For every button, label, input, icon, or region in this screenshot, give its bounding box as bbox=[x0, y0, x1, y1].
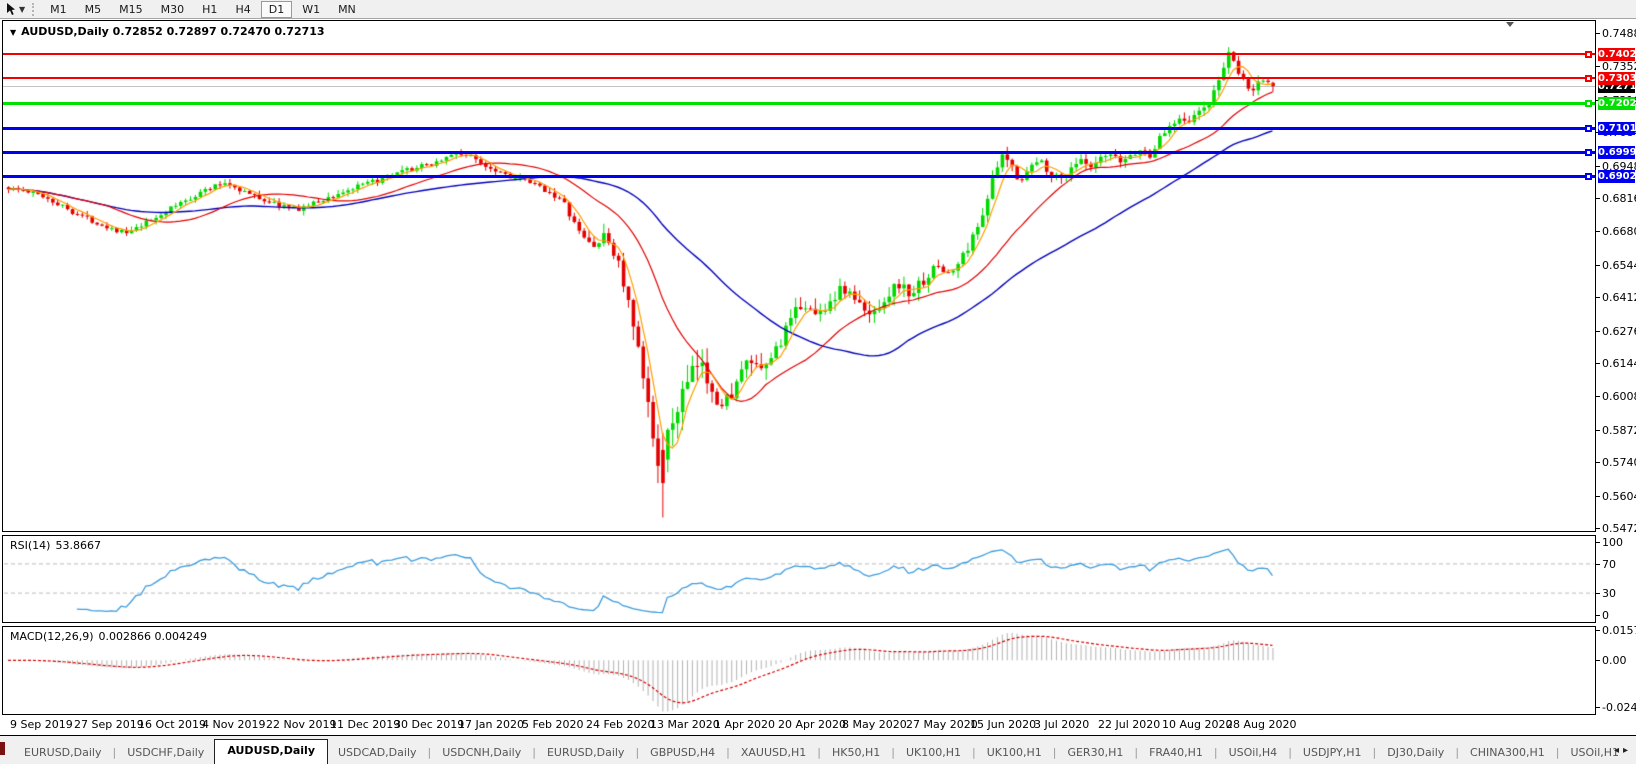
level-price-label: 0.71010 bbox=[1598, 122, 1636, 135]
horizontal-level-line[interactable] bbox=[3, 175, 1595, 178]
rsi-value: 53.8667 bbox=[55, 539, 101, 552]
level-price-label: 0.72022 bbox=[1598, 97, 1636, 110]
rsi-name: RSI(14) bbox=[10, 539, 51, 552]
symbol-menu-icon[interactable]: ▼ bbox=[10, 28, 16, 37]
horizontal-level-line[interactable] bbox=[3, 151, 1595, 154]
horizontal-level-line[interactable] bbox=[3, 127, 1595, 130]
horizontal-level-line[interactable] bbox=[3, 77, 1595, 79]
level-line-handle[interactable] bbox=[1585, 173, 1592, 180]
level-line-handle[interactable] bbox=[1585, 100, 1592, 107]
level-price-label: 0.69025 bbox=[1598, 170, 1636, 183]
chart-shift-marker bbox=[1506, 22, 1514, 27]
level-price-label: 0.69999 bbox=[1598, 146, 1636, 159]
level-price-label: 0.74021 bbox=[1598, 48, 1636, 61]
macd-indicator-label: MACD(12,26,9) 0.002866 0.004249 bbox=[10, 630, 207, 643]
macd-name: MACD(12,26,9) bbox=[10, 630, 94, 643]
symbol-timeframe-label: AUDUSD,Daily bbox=[21, 25, 109, 38]
chart-canvas[interactable] bbox=[0, 0, 1636, 764]
macd-values: 0.002866 0.004249 bbox=[98, 630, 208, 643]
level-price-label: 0.73033 bbox=[1598, 72, 1636, 85]
level-line-handle[interactable] bbox=[1585, 149, 1592, 156]
level-line-handle[interactable] bbox=[1585, 125, 1592, 132]
mt4-window: ▼ M1M5M15M30H1H4D1W1MN ▼AUDUSD,Daily 0.7… bbox=[0, 0, 1636, 764]
level-line-handle[interactable] bbox=[1585, 75, 1592, 82]
rsi-indicator-label: RSI(14) 53.8667 bbox=[10, 539, 101, 552]
ohlc-values: 0.72852 0.72897 0.72470 0.72713 bbox=[112, 25, 325, 38]
chart-title: ▼ AUDUSD,Daily 0.72852 0.72897 0.72470 0.… bbox=[10, 25, 325, 38]
horizontal-level-line[interactable] bbox=[3, 53, 1595, 55]
level-line-handle[interactable] bbox=[1585, 51, 1592, 58]
horizontal-level-line[interactable] bbox=[3, 102, 1595, 105]
